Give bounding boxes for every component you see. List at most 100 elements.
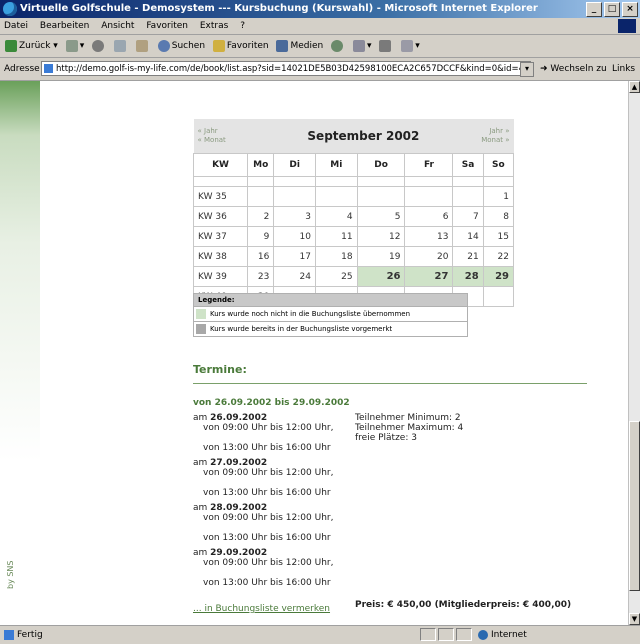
media-icon: [276, 39, 289, 52]
address-input[interactable]: http://demo.golf-is-my-life.com/de/book/…: [41, 61, 531, 76]
header-so: So: [482, 153, 515, 177]
header-kw: KW: [192, 153, 249, 177]
day-cell: [247, 186, 275, 207]
day-cell: 13: [404, 226, 454, 247]
history-button[interactable]: [331, 35, 345, 57]
forward-button[interactable]: ▾: [65, 35, 84, 57]
day-cell: 17: [273, 246, 316, 267]
course-day-cell[interactable]: 29: [482, 266, 515, 287]
prev-month-link[interactable]: « Monat: [198, 136, 274, 145]
address-dropdown-button[interactable]: ▾: [520, 62, 534, 77]
security-zone: Internet: [478, 626, 527, 644]
status-panel: [438, 628, 454, 641]
add-to-booking-link[interactable]: ... in Buchungsliste vermerken: [193, 604, 330, 614]
search-icon: [157, 39, 170, 52]
afternoon-slot: von 13:00 Uhr bis 16:00 Uhr: [203, 533, 331, 543]
date-range: von 26.09.2002 bis 29.09.2002: [193, 398, 350, 408]
page-done-icon: [4, 629, 14, 640]
favorites-label: Favoriten: [226, 41, 269, 51]
ie-logo-icon: [3, 2, 17, 16]
menu-favoriten[interactable]: Favoriten: [146, 21, 188, 31]
schedule-day: am 26.09.2002 von 09:00 Uhr bis 12:00 Uh…: [193, 413, 333, 453]
vertical-scrollbar[interactable]: ▲ ▼: [628, 81, 640, 625]
back-button[interactable]: Zurück ▾: [5, 35, 58, 57]
prev-year-link[interactable]: « Jahr: [198, 127, 274, 136]
day-prefix: am: [193, 413, 211, 423]
day-cell: 23: [247, 266, 275, 287]
max-participants: Teilnehmer Maximum: 4: [355, 423, 464, 433]
favorites-button[interactable]: Favoriten: [212, 35, 269, 57]
morning-slot: von 09:00 Uhr bis 12:00 Uhr,: [203, 558, 334, 568]
menu-bearbeiten[interactable]: Bearbeiten: [40, 21, 89, 31]
schedule-day: am 28.09.2002 von 09:00 Uhr bis 12:00 Uh…: [193, 503, 333, 543]
course-day-cell[interactable]: 28: [452, 266, 484, 287]
header-mi: Mi: [314, 153, 358, 177]
minimize-button[interactable]: _: [586, 2, 602, 17]
schedule-day: am 27.09.2002 von 09:00 Uhr bis 12:00 Uh…: [193, 458, 333, 498]
refresh-icon: [113, 39, 126, 52]
status-panel: [456, 628, 472, 641]
status: Fertig: [4, 626, 43, 644]
windows-logo-icon: [618, 19, 636, 33]
mail-button[interactable]: ▾: [352, 35, 372, 57]
morning-slot: von 09:00 Uhr bis 12:00 Uhr,: [203, 513, 334, 523]
day-cell: [314, 186, 358, 207]
day-cell: [273, 186, 316, 207]
close-button[interactable]: ×: [622, 2, 638, 17]
stop-button[interactable]: [92, 35, 106, 57]
free-seats: freie Plätze: 3: [355, 433, 417, 443]
day-cell: 5: [356, 206, 406, 227]
menu-ansicht[interactable]: Ansicht: [101, 21, 134, 31]
header-fr: Fr: [404, 153, 454, 177]
left-decoration: [0, 81, 40, 625]
go-button[interactable]: ➜ Wechseln zu: [540, 58, 607, 80]
menu-extras[interactable]: Extras: [200, 21, 228, 31]
back-arrow-icon: [5, 39, 17, 52]
day-line: am 28.09.2002: [193, 503, 333, 513]
status-text: Fertig: [17, 630, 43, 640]
maximize-button[interactable]: □: [604, 2, 620, 17]
calendar-month: September 2002: [273, 119, 453, 154]
day-date: 26.09.2002: [210, 413, 268, 423]
day-cell: 10: [273, 226, 316, 247]
schedule-day: am 29.09.2002 von 09:00 Uhr bis 12:00 Uh…: [193, 548, 333, 588]
day-cell: 16: [247, 246, 275, 267]
home-button[interactable]: [135, 35, 150, 57]
window-title: Virtuelle Golfschule - Demosystem --- Ku…: [20, 3, 538, 14]
legend: Legende: Kurs wurde noch nicht in die Bu…: [193, 293, 468, 337]
title-bar: Virtuelle Golfschule - Demosystem --- Ku…: [0, 0, 640, 18]
edit-icon: [401, 39, 414, 52]
menu-help[interactable]: ?: [240, 21, 245, 31]
next-year-link[interactable]: Jahr »: [457, 127, 509, 136]
go-label: Wechseln zu: [550, 64, 607, 74]
address-label: Adresse: [4, 64, 40, 74]
next-month-link[interactable]: Monat »: [457, 136, 509, 145]
scroll-up-button[interactable]: ▲: [629, 81, 640, 93]
day-date: 29.09.2002: [210, 548, 268, 558]
day-cell: 22: [482, 246, 515, 267]
scroll-down-button[interactable]: ▼: [629, 613, 640, 625]
status-panel: [420, 628, 436, 641]
page-icon: [44, 64, 53, 73]
header-mo: Mo: [247, 153, 275, 177]
calendar-nav: « Jahr « Monat September 2002 Jahr » Mon…: [193, 119, 514, 154]
next-nav: Jahr » Monat »: [452, 119, 514, 154]
participant-info: Teilnehmer Minimum: 2 Teilnehmer Maximum…: [355, 413, 463, 443]
menu-datei[interactable]: Datei: [4, 21, 28, 31]
morning-slot: von 09:00 Uhr bis 12:00 Uhr,: [203, 423, 334, 433]
course-day-cell[interactable]: 26: [356, 266, 406, 287]
scroll-thumb[interactable]: [629, 421, 640, 591]
course-day-cell[interactable]: 27: [404, 266, 454, 287]
address-bar: Adresse http://demo.golf-is-my-life.com/…: [0, 58, 640, 81]
day-prefix: am: [193, 503, 211, 513]
media-button[interactable]: Medien: [276, 35, 323, 57]
week-label: KW 36: [192, 206, 249, 227]
links-button[interactable]: Links: [612, 58, 635, 80]
termine-divider: [193, 383, 587, 384]
stop-icon: [92, 39, 105, 52]
search-button[interactable]: Suchen: [157, 35, 205, 57]
day-cell: 15: [482, 226, 515, 247]
edit-button[interactable]: ▾: [401, 35, 420, 57]
refresh-button[interactable]: [113, 35, 128, 57]
print-button[interactable]: [379, 35, 393, 57]
